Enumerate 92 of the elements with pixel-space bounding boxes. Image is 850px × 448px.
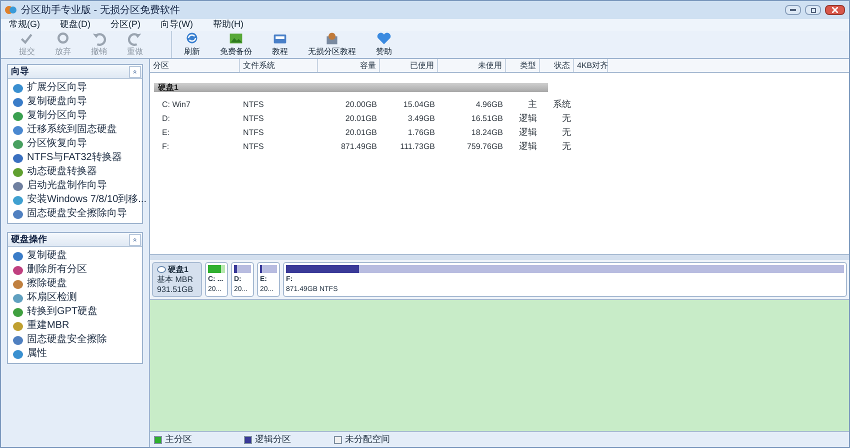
table-cell: 逻辑 [519,127,537,138]
heart-icon [376,31,392,46]
table-cell: F: [162,142,170,151]
usage-bar [234,265,251,273]
sidebar-item[interactable]: 属性 [27,349,47,359]
minimize-button[interactable] [785,5,801,15]
disk-group-header: 硬盘1 [154,83,548,92]
sidebar-item[interactable]: 删除所有分区 [27,265,87,275]
ring-icon [55,31,71,46]
maximize-button[interactable] [805,5,821,15]
sidebar-item[interactable]: 固态硬盘安全擦除 [27,335,107,345]
toolbar-button[interactable]: 无损分区教程 [298,31,366,58]
disk-name: 硬盘1 [168,264,188,274]
menu-item[interactable]: 硬盘(D) [56,18,94,32]
legend-label: 未分配空间 [345,432,390,446]
close-icon [832,7,838,13]
redo-icon [127,31,143,46]
app-logo-icon [5,5,17,15]
usage-bar [260,265,277,273]
table-cell: 15.04GB [403,100,435,109]
window-title: 分区助手专业版 - 无损分区免费软件 [21,4,180,18]
column-header[interactable]: 未使用 [478,61,502,70]
panel-title: 硬盘操作 [10,232,48,246]
sidebar-item[interactable]: 复制硬盘向导 [27,97,87,107]
table-cell: 系统 [553,99,571,110]
disk-card[interactable]: 硬盘1 基本 MBR 931.51GB [152,262,202,297]
column-header[interactable]: 文件系统 [243,61,275,70]
table-cell: 16.51GB [471,114,503,123]
table-cell: 无 [562,127,571,138]
table-cell: 20.01GB [345,114,377,123]
disk-size: 931.51GB [157,284,194,294]
table-cell: NTFS [243,142,264,151]
panel-title: 向导 [10,64,30,78]
toolbar-button[interactable]: 刷新 [171,31,210,58]
table-cell: 111.73GB [400,142,435,151]
table-cell: 主 [528,99,537,110]
menu-item[interactable]: 帮助(H) [209,18,248,32]
legend-label: 逻辑分区 [255,432,291,446]
column-header[interactable]: 4KB对齐 [577,61,608,70]
table-cell: 1.76GB [408,128,435,137]
table-cell: NTFS [243,100,264,109]
refresh-icon [184,31,200,46]
legend-label: 主分区 [165,432,192,446]
sidebar-item[interactable]: 安装Windows 7/8/10到移... [27,195,146,205]
menu-item[interactable]: 向导(W) [156,18,197,32]
disk-type: 基本 MBR [157,274,194,284]
sidebar-item[interactable]: 坏扇区检测 [27,293,77,303]
check-icon [19,31,35,46]
undo-icon [91,31,107,46]
sidebar-item[interactable]: 动态硬盘转换器 [27,167,97,177]
table-cell: NTFS [243,114,264,123]
menu-item[interactable]: 常规(G) [5,18,44,32]
landscape-icon [228,31,244,46]
table-cell: C: Win7 [162,100,190,109]
column-header[interactable]: 已使用 [410,61,434,70]
sidebar-item[interactable]: 迁移系统到固态硬盘 [27,125,117,135]
table-cell: 20.01GB [345,128,377,137]
close-button[interactable] [825,5,845,15]
table-cell: 4.96GB [476,100,503,109]
table-cell: 逻辑 [519,141,537,152]
table-cell: NTFS [243,128,264,137]
column-header[interactable]: 类型 [520,61,536,70]
table-cell: 无 [562,113,571,124]
table-cell: 871.49GB [340,142,377,151]
menu-item[interactable]: 分区(P) [106,18,144,32]
sidebar-item[interactable]: 转换到GPT硬盘 [27,307,98,317]
toolbar-button[interactable]: 赞助 [366,31,402,58]
sidebar-item[interactable]: 复制分区向导 [27,111,87,121]
sidebar-item[interactable]: NTFS与FAT32转换器 [27,153,122,163]
column-header[interactable]: 分区 [153,61,169,70]
table-cell: D: [162,114,170,123]
table-cell: 759.76GB [466,142,503,151]
sidebar-item[interactable]: 分区恢复向导 [27,139,87,149]
column-header[interactable]: 容量 [360,61,376,70]
sidebar-item[interactable]: 复制硬盘 [27,251,67,261]
table-cell: 逻辑 [519,113,537,124]
usage-bar [208,265,225,273]
sidebar-item[interactable]: 重建MBR [27,321,70,331]
table-cell: 无 [562,141,571,152]
disk-icon [324,31,340,46]
disk-icon [157,266,166,273]
toolbar-button[interactable]: 免费备份 [210,31,262,58]
sidebar-item[interactable]: 启动光盘制作向导 [27,181,107,191]
sidebar-item[interactable]: 扩展分区向导 [27,83,87,93]
column-header[interactable]: 状态 [554,61,570,70]
table-cell: 20.00GB [345,100,377,109]
table-cell: E: [162,128,170,137]
sidebar-item[interactable]: 固态硬盘安全擦除向导 [27,209,127,219]
table-cell: 18.24GB [471,128,503,137]
toolbar-button[interactable]: 教程 [262,31,298,58]
sidebar-item[interactable]: 擦除硬盘 [27,279,67,289]
table-cell: 3.49GB [408,114,435,123]
